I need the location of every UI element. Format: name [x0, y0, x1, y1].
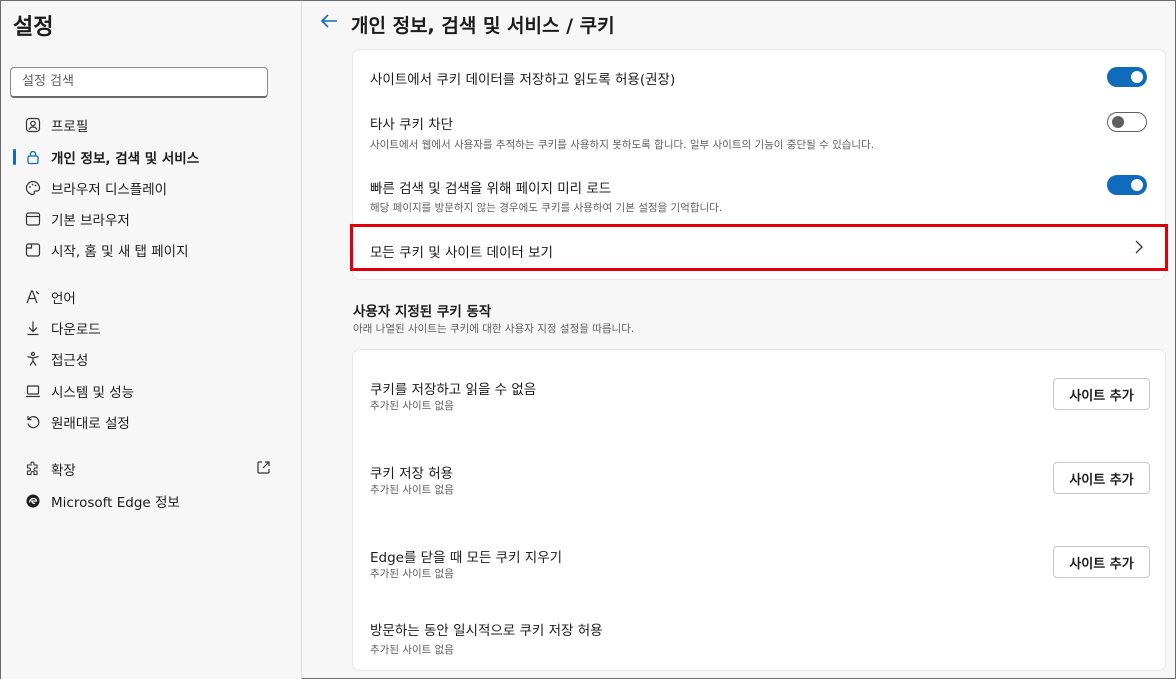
- reset-icon: [23, 412, 43, 432]
- add-site-clear-button[interactable]: 사이트 추가: [1053, 546, 1150, 578]
- clear-on-exit-label: Edge를 닫을 때 모든 쿠키 지우기: [370, 550, 563, 566]
- sidebar-item-reset[interactable]: 원래대로 설정: [15, 410, 285, 434]
- sidebar-item-label: 브라우저 디스플레이: [51, 182, 168, 198]
- sidebar-item-about[interactable]: Microsoft Edge 정보: [15, 489, 285, 513]
- sidebar-item-label: 기본 브라우저: [51, 213, 130, 229]
- sidebar-item-label: 개인 정보, 검색 및 서비스: [51, 151, 200, 167]
- sidebar-item-label: 확장: [51, 463, 76, 479]
- sidebar: 설정 설정 검색 프로필 개인 정보, 검색 및 서비스 브라우저 디스플레이 …: [1, 1, 302, 679]
- sidebar-item-accessibility[interactable]: 접근성: [15, 347, 285, 371]
- settings-search-input[interactable]: 설정 검색: [10, 67, 268, 98]
- chevron-right-icon: [1133, 239, 1145, 259]
- block-third-party-desc: 사이트에서 웹에서 사용자를 추적하는 쿠키를 사용하지 못하도록 합니다. 일…: [370, 139, 875, 151]
- sidebar-item-extensions[interactable]: 확장: [15, 457, 285, 481]
- session-cookies-label: 방문하는 동안 일시적으로 쿠키 저장 허용: [370, 623, 603, 639]
- download-icon: [23, 318, 43, 338]
- sidebar-item-default-browser[interactable]: 기본 브라우저: [15, 207, 285, 231]
- sidebar-item-label: 원래대로 설정: [51, 416, 130, 432]
- home-tab-icon: [23, 240, 43, 260]
- block-third-party-toggle[interactable]: [1107, 112, 1147, 132]
- block-cookies-sub: 추가된 사이트 없음: [370, 400, 454, 412]
- page-title: 개인 정보, 검색 및 서비스 / 쿠키: [351, 15, 615, 37]
- allow-cookies-list-label: 쿠키 저장 허용: [370, 466, 454, 482]
- allow-cookies-label: 사이트에서 쿠키 데이터를 저장하고 읽도록 허용(권장): [370, 72, 676, 88]
- sidebar-item-start-home[interactable]: 시작, 홈 및 새 탭 페이지: [15, 238, 285, 262]
- sidebar-item-label: 시스템 및 성능: [51, 385, 135, 401]
- see-all-cookies-row[interactable]: [350, 224, 1168, 271]
- custom-cookie-card: 쿠키를 저장하고 읽을 수 없음 추가된 사이트 없음 사이트 추가 쿠키 저장…: [352, 349, 1166, 671]
- custom-section-title: 사용자 지정된 쿠키 동작: [353, 304, 492, 320]
- sidebar-item-display[interactable]: 브라우저 디스플레이: [15, 176, 285, 200]
- sidebar-item-label: 접근성: [51, 353, 89, 369]
- edge-icon: [23, 491, 43, 511]
- extensions-icon: [23, 459, 43, 479]
- sidebar-item-label: 프로필: [51, 119, 89, 135]
- sidebar-title: 설정: [13, 15, 54, 40]
- preload-toggle[interactable]: [1107, 175, 1147, 195]
- session-cookies-sub: 추가된 사이트 없음: [370, 644, 454, 656]
- preload-label: 빠른 검색 및 검색을 위해 페이지 미리 로드: [370, 181, 612, 197]
- sidebar-item-label: 다운로드: [51, 322, 101, 338]
- browser-icon: [23, 209, 43, 229]
- custom-section-desc: 아래 나열된 사이트는 쿠키에 대한 사용자 지정 설정을 따릅니다.: [353, 323, 635, 335]
- sidebar-item-language[interactable]: 언어: [15, 285, 285, 309]
- sidebar-item-profile[interactable]: 프로필: [15, 113, 285, 137]
- add-site-allow-button[interactable]: 사이트 추가: [1053, 462, 1150, 494]
- language-icon: [23, 287, 43, 307]
- allow-cookies-toggle[interactable]: [1107, 67, 1147, 87]
- add-site-block-button[interactable]: 사이트 추가: [1053, 378, 1150, 410]
- sidebar-item-privacy[interactable]: 개인 정보, 검색 및 서비스: [15, 145, 285, 169]
- main-content: 개인 정보, 검색 및 서비스 / 쿠키 사이트에서 쿠키 데이터를 저장하고 …: [303, 1, 1175, 679]
- clear-on-exit-sub: 추가된 사이트 없음: [370, 568, 454, 580]
- profile-icon: [23, 115, 43, 135]
- sidebar-item-label: 언어: [51, 291, 76, 307]
- sidebar-item-label: 시작, 홈 및 새 탭 페이지: [51, 244, 189, 260]
- sidebar-item-label: Microsoft Edge 정보: [51, 495, 180, 511]
- preload-desc: 해당 페이지를 방문하지 않는 경우에도 쿠키를 사용하여 기본 설정을 기억합…: [370, 202, 723, 214]
- allow-cookies-list-sub: 추가된 사이트 없음: [370, 484, 454, 496]
- palette-icon: [23, 178, 43, 198]
- block-cookies-label: 쿠키를 저장하고 읽을 수 없음: [370, 382, 537, 398]
- accessibility-icon: [23, 349, 43, 369]
- back-arrow-icon[interactable]: [317, 9, 341, 33]
- sidebar-item-downloads[interactable]: 다운로드: [15, 316, 285, 340]
- external-link-icon[interactable]: [256, 460, 271, 479]
- lock-icon: [23, 147, 43, 167]
- block-third-party-label: 타사 쿠키 차단: [370, 117, 454, 133]
- sidebar-item-system[interactable]: 시스템 및 성능: [15, 379, 285, 403]
- laptop-icon: [23, 381, 43, 401]
